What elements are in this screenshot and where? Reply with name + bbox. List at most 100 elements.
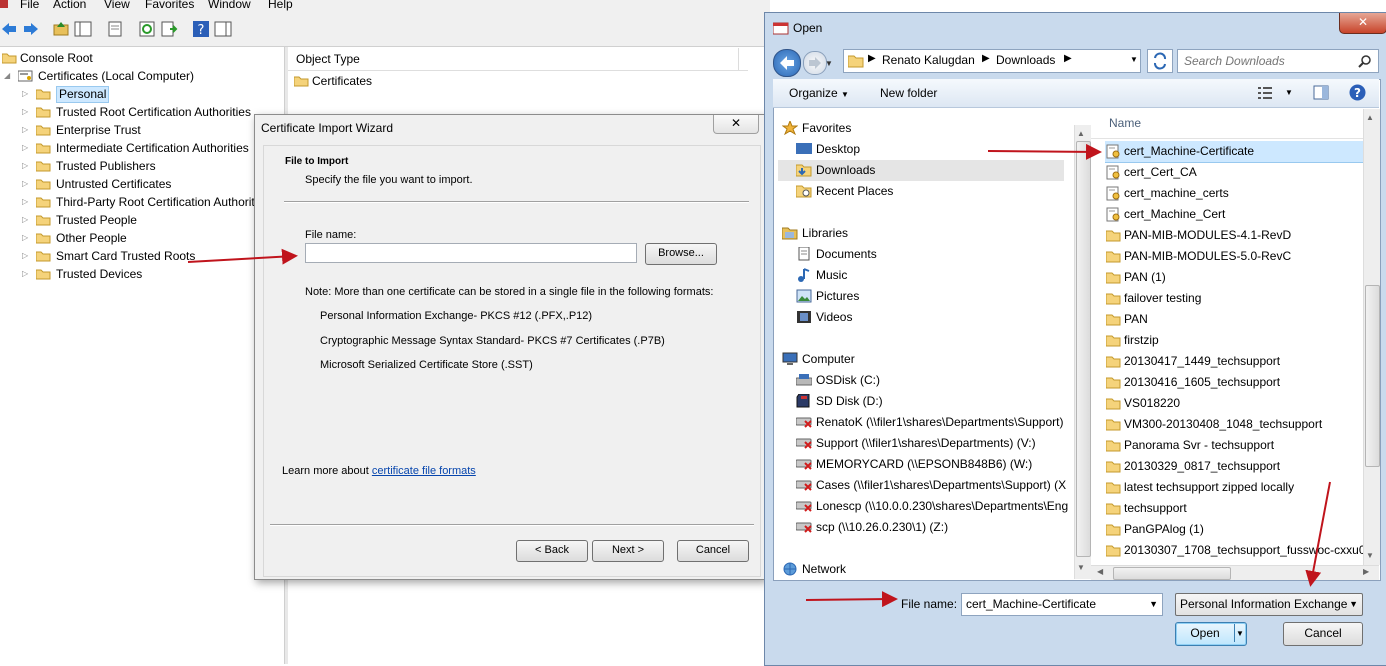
address-dropdown-icon[interactable]: ▼ — [1130, 55, 1138, 64]
back-button[interactable]: < Back — [516, 540, 588, 562]
expand-arrow-icon[interactable]: ▷ — [22, 247, 32, 265]
file-row-folder[interactable]: PAN — [1105, 309, 1363, 330]
file-list-scroll-thumb[interactable] — [1365, 285, 1380, 467]
refresh-icon[interactable] — [138, 20, 156, 38]
cancel-button[interactable]: Cancel — [1283, 622, 1363, 646]
column-header-object-type[interactable]: Object Type — [296, 52, 360, 66]
file-row-folder[interactable]: PAN (1) — [1105, 267, 1363, 288]
expand-arrow-icon[interactable]: ▷ — [22, 193, 32, 211]
file-row-folder[interactable]: 20130416_1605_techsupport — [1105, 372, 1363, 393]
cancel-button[interactable]: Cancel — [677, 540, 749, 562]
search-input[interactable] — [1182, 52, 1356, 70]
file-row-folder[interactable]: VS018220 — [1105, 393, 1363, 414]
menu-help[interactable]: Help — [268, 0, 293, 11]
file-list-hscroll-thumb[interactable] — [1113, 567, 1231, 580]
menu-action[interactable]: Action — [53, 0, 86, 11]
file-list: cert_Machine-Certificate cert_Cert_CA cert… — [1105, 141, 1363, 563]
browse-button[interactable]: Browse... — [645, 243, 717, 265]
file-row-folder[interactable]: 20130417_1449_techsupport — [1105, 351, 1363, 372]
up-folder-icon[interactable] — [52, 20, 70, 38]
back-button[interactable] — [773, 49, 801, 77]
folder-icon — [36, 143, 51, 154]
dropdown-arrow-icon[interactable]: ▼ — [1349, 594, 1358, 614]
file-row-folder[interactable]: VM300-20130408_1048_techsupport — [1105, 414, 1363, 435]
file-row-certificate[interactable]: cert_machine_certs — [1105, 183, 1363, 204]
action-pane-icon[interactable] — [214, 20, 232, 38]
menu-view[interactable]: View — [104, 0, 130, 11]
expand-arrow-icon[interactable]: ▷ — [22, 175, 32, 193]
help-icon[interactable]: ? — [192, 20, 210, 38]
file-row-folder[interactable]: latest techsupport zipped locally — [1105, 477, 1363, 498]
organize-button[interactable]: Organize ▼ — [789, 86, 849, 100]
expand-arrow-icon[interactable]: ▷ — [22, 85, 32, 103]
forward-arrow-icon[interactable] — [22, 20, 40, 38]
dropdown-arrow-icon[interactable]: ▼ — [1149, 594, 1158, 614]
next-button[interactable]: Next > — [592, 540, 664, 562]
certificate-file-formats-link[interactable]: certificate file formats — [372, 465, 476, 477]
file-row-folder[interactable]: PAN-MIB-MODULES-4.1-RevD — [1105, 225, 1363, 246]
file-row-folder[interactable]: 20130307_1708_techsupport_fusswoc-cxxu01 — [1105, 540, 1363, 561]
export-list-icon[interactable] — [160, 20, 178, 38]
expand-arrow-icon[interactable]: ◢ — [4, 67, 14, 85]
menu-favorites[interactable]: Favorites — [145, 0, 194, 11]
open-options-arrow-icon[interactable]: ▼ — [1236, 623, 1244, 644]
scroll-down-icon[interactable]: ▼ — [1366, 551, 1374, 560]
expand-arrow-icon[interactable]: ▷ — [22, 229, 32, 247]
file-row-folder[interactable]: PAN-MIB-MODULES-5.0-RevC — [1105, 246, 1363, 267]
breadcrumb-separator-icon[interactable]: ▶ — [982, 53, 990, 64]
new-folder-button[interactable]: New folder — [880, 86, 937, 100]
scroll-up-icon[interactable]: ▲ — [1366, 113, 1374, 122]
forward-button[interactable] — [803, 51, 827, 75]
wizard-close-button[interactable]: ✕ — [713, 115, 759, 134]
file-row-folder[interactable]: Panorama Svr - techsupport — [1105, 435, 1363, 456]
search-box[interactable] — [1177, 49, 1379, 73]
file-row-certificate[interactable]: cert_Cert_CA — [1105, 162, 1363, 183]
breadcrumb-item[interactable]: Downloads — [996, 53, 1055, 67]
file-row-folder[interactable]: techsupport — [1105, 498, 1363, 519]
scroll-left-icon[interactable]: ◀ — [1097, 567, 1103, 576]
expand-arrow-icon[interactable]: ▷ — [22, 265, 32, 283]
menu-file[interactable]: File — [20, 0, 39, 11]
file-list-hscrollbar[interactable]: ◀ ▶ — [1091, 565, 1379, 580]
file-name-combo[interactable]: cert_Machine-Certificate ▼ — [961, 593, 1163, 616]
navigation-scrollbar[interactable]: ▲ ▼ — [1074, 125, 1091, 579]
file-row-folder[interactable]: firstzip — [1105, 330, 1363, 351]
file-name-input[interactable] — [305, 243, 637, 263]
scroll-down-icon[interactable]: ▼ — [1077, 563, 1085, 572]
breadcrumb-item[interactable]: Renato Kalugdan — [882, 53, 975, 67]
file-list-scrollbar[interactable]: ▲ ▼ — [1363, 109, 1380, 565]
scroll-up-icon[interactable]: ▲ — [1077, 129, 1085, 138]
menu-window[interactable]: Window — [208, 0, 251, 11]
expand-arrow-icon[interactable]: ▷ — [22, 157, 32, 175]
address-bar[interactable]: ▶ Renato Kalugdan ▶ Downloads ▶ ▼ — [843, 49, 1141, 73]
file-type-select[interactable]: Personal Information Exchange ▼ — [1175, 593, 1363, 616]
expand-arrow-icon[interactable]: ▷ — [22, 211, 32, 229]
file-row-folder[interactable]: PanGPAlog (1) — [1105, 519, 1363, 540]
back-arrow-icon[interactable] — [0, 20, 18, 38]
preview-pane-icon[interactable] — [1313, 85, 1329, 100]
show-tree-icon[interactable] — [74, 20, 92, 38]
properties-icon[interactable] — [106, 20, 124, 38]
open-dialog-close-button[interactable]: ✕ — [1339, 13, 1386, 34]
nav-item-favorite[interactable]: Downloads — [778, 160, 1064, 181]
breadcrumb-separator-icon[interactable]: ▶ — [1064, 53, 1072, 64]
expand-arrow-icon[interactable]: ▷ — [22, 103, 32, 121]
refresh-button[interactable] — [1147, 49, 1173, 73]
expand-arrow-icon[interactable]: ▷ — [22, 139, 32, 157]
view-options-dropdown-icon[interactable]: ▼ — [1285, 88, 1293, 97]
navigation-scroll-thumb[interactable] — [1076, 141, 1091, 557]
file-row-certificate[interactable]: cert_Machine_Cert — [1105, 204, 1363, 225]
file-row-folder[interactable]: failover testing — [1105, 288, 1363, 309]
help-icon[interactable]: ? — [1349, 84, 1366, 101]
file-row-certificate[interactable]: cert_Machine-Certificate — [1105, 141, 1363, 163]
change-view-icon[interactable] — [1257, 86, 1273, 100]
column-header-name[interactable]: Name — [1109, 116, 1141, 130]
file-row-folder[interactable]: 20130329_0817_techsupport — [1105, 456, 1363, 477]
wizard-section-subtitle: Specify the file you want to import. — [305, 174, 473, 186]
column-divider[interactable] — [738, 48, 739, 70]
scroll-right-icon[interactable]: ▶ — [1363, 567, 1369, 576]
open-button[interactable]: Open ▼ — [1175, 622, 1247, 646]
recent-pages-dropdown[interactable]: ▼ — [825, 59, 833, 68]
breadcrumb-separator-icon[interactable]: ▶ — [868, 53, 876, 64]
expand-arrow-icon[interactable]: ▷ — [22, 121, 32, 139]
